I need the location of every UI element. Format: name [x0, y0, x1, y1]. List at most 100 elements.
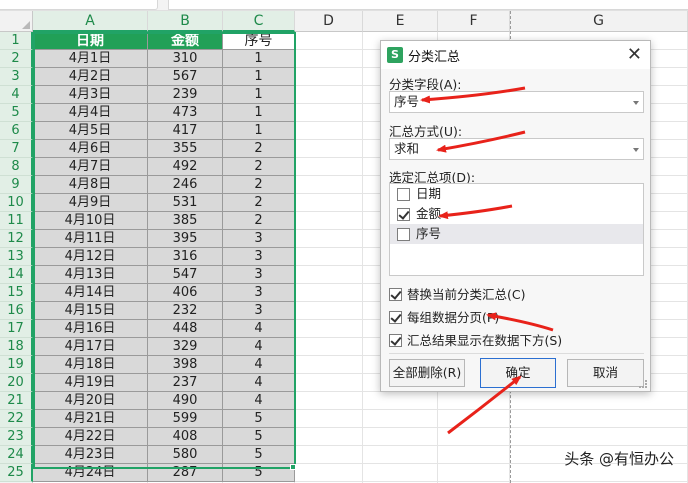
cancel-button[interactable]: 取消 — [567, 359, 644, 387]
empty-cell[interactable] — [295, 32, 363, 50]
row-header[interactable]: 14 — [0, 266, 33, 284]
table-cell[interactable]: 547 — [148, 266, 223, 284]
table-header-cell[interactable]: 序号 — [223, 32, 295, 50]
table-cell[interactable]: 3 — [223, 230, 295, 248]
table-cell[interactable]: 2 — [223, 194, 295, 212]
fill-handle[interactable] — [290, 464, 296, 470]
empty-cell[interactable] — [363, 410, 438, 428]
table-cell[interactable]: 246 — [148, 176, 223, 194]
row-header[interactable]: 16 — [0, 302, 33, 320]
table-cell[interactable]: 531 — [148, 194, 223, 212]
empty-cell[interactable] — [363, 464, 438, 482]
row-header[interactable]: 5 — [0, 104, 33, 122]
row-header[interactable]: 23 — [0, 428, 33, 446]
table-cell[interactable]: 473 — [148, 104, 223, 122]
column-header-D[interactable]: D — [295, 11, 363, 32]
table-cell[interactable]: 232 — [148, 302, 223, 320]
table-cell[interactable]: 2 — [223, 158, 295, 176]
table-cell[interactable]: 599 — [148, 410, 223, 428]
table-cell[interactable]: 4月20日 — [33, 392, 148, 410]
table-cell[interactable]: 448 — [148, 320, 223, 338]
table-cell[interactable]: 4 — [223, 338, 295, 356]
option-checkbox-row[interactable]: 替换当前分类汇总(C) — [389, 286, 525, 304]
column-header-A[interactable]: A — [33, 11, 148, 32]
group-field-select[interactable]: 序号 — [389, 91, 644, 113]
table-cell[interactable]: 567 — [148, 68, 223, 86]
table-cell[interactable]: 3 — [223, 284, 295, 302]
table-cell[interactable]: 4月6日 — [33, 140, 148, 158]
empty-cell[interactable] — [295, 86, 363, 104]
table-cell[interactable]: 5 — [223, 410, 295, 428]
table-cell[interactable]: 5 — [223, 464, 295, 482]
empty-cell[interactable] — [295, 194, 363, 212]
column-header-B[interactable]: B — [148, 11, 223, 32]
table-cell[interactable]: 5 — [223, 428, 295, 446]
table-cell[interactable]: 3 — [223, 266, 295, 284]
table-cell[interactable]: 4月8日 — [33, 176, 148, 194]
empty-cell[interactable] — [363, 392, 438, 410]
table-cell[interactable]: 4月17日 — [33, 338, 148, 356]
close-icon[interactable]: ✕ — [627, 44, 642, 65]
table-cell[interactable]: 4月18日 — [33, 356, 148, 374]
checkbox[interactable] — [389, 311, 402, 324]
row-header[interactable]: 22 — [0, 410, 33, 428]
table-cell[interactable]: 4月1日 — [33, 50, 148, 68]
summary-items-list[interactable]: 日期 金额 序号 — [389, 183, 644, 276]
table-cell[interactable]: 237 — [148, 374, 223, 392]
table-cell[interactable]: 2 — [223, 140, 295, 158]
empty-cell[interactable] — [438, 410, 510, 428]
empty-cell[interactable] — [295, 248, 363, 266]
empty-cell[interactable] — [295, 140, 363, 158]
checkbox[interactable] — [397, 228, 410, 241]
select-all-corner[interactable] — [0, 11, 33, 32]
empty-cell[interactable] — [510, 410, 688, 428]
ok-button[interactable]: 确定 — [480, 358, 556, 388]
row-header[interactable]: 24 — [0, 446, 33, 464]
empty-cell[interactable] — [510, 392, 688, 410]
table-header-cell[interactable]: 日期 — [33, 32, 148, 50]
column-header-F[interactable]: F — [438, 11, 510, 32]
empty-cell[interactable] — [295, 50, 363, 68]
table-cell[interactable]: 398 — [148, 356, 223, 374]
formula-bar[interactable] — [168, 0, 688, 10]
table-cell[interactable]: 4月5日 — [33, 122, 148, 140]
empty-cell[interactable] — [438, 392, 510, 410]
row-header[interactable]: 2 — [0, 50, 33, 68]
empty-cell[interactable] — [295, 428, 363, 446]
row-header[interactable]: 15 — [0, 284, 33, 302]
empty-cell[interactable] — [295, 464, 363, 482]
table-cell[interactable]: 4月13日 — [33, 266, 148, 284]
table-cell[interactable]: 1 — [223, 86, 295, 104]
table-cell[interactable]: 4月14日 — [33, 284, 148, 302]
checkbox[interactable] — [389, 288, 402, 301]
table-cell[interactable]: 4月24日 — [33, 464, 148, 482]
empty-cell[interactable] — [295, 338, 363, 356]
table-cell[interactable]: 492 — [148, 158, 223, 176]
table-cell[interactable]: 4月3日 — [33, 86, 148, 104]
option-checkbox-row[interactable]: 汇总结果显示在数据下方(S) — [389, 332, 562, 350]
row-header[interactable]: 18 — [0, 338, 33, 356]
table-cell[interactable]: 4月15日 — [33, 302, 148, 320]
table-cell[interactable]: 329 — [148, 338, 223, 356]
checkbox[interactable] — [389, 334, 402, 347]
empty-cell[interactable] — [363, 446, 438, 464]
table-cell[interactable]: 3 — [223, 302, 295, 320]
table-cell[interactable]: 408 — [148, 428, 223, 446]
row-header[interactable]: 11 — [0, 212, 33, 230]
table-cell[interactable]: 4月7日 — [33, 158, 148, 176]
table-cell[interactable]: 310 — [148, 50, 223, 68]
table-cell[interactable]: 385 — [148, 212, 223, 230]
row-header[interactable]: 7 — [0, 140, 33, 158]
row-header[interactable]: 25 — [0, 464, 33, 482]
empty-cell[interactable] — [295, 446, 363, 464]
empty-cell[interactable] — [295, 122, 363, 140]
table-cell[interactable]: 3 — [223, 248, 295, 266]
empty-cell[interactable] — [295, 284, 363, 302]
row-header[interactable]: 20 — [0, 374, 33, 392]
table-cell[interactable]: 1 — [223, 50, 295, 68]
table-cell[interactable]: 1 — [223, 122, 295, 140]
table-cell[interactable]: 1 — [223, 68, 295, 86]
table-cell[interactable]: 4月2日 — [33, 68, 148, 86]
row-header[interactable]: 17 — [0, 320, 33, 338]
table-cell[interactable]: 4月22日 — [33, 428, 148, 446]
